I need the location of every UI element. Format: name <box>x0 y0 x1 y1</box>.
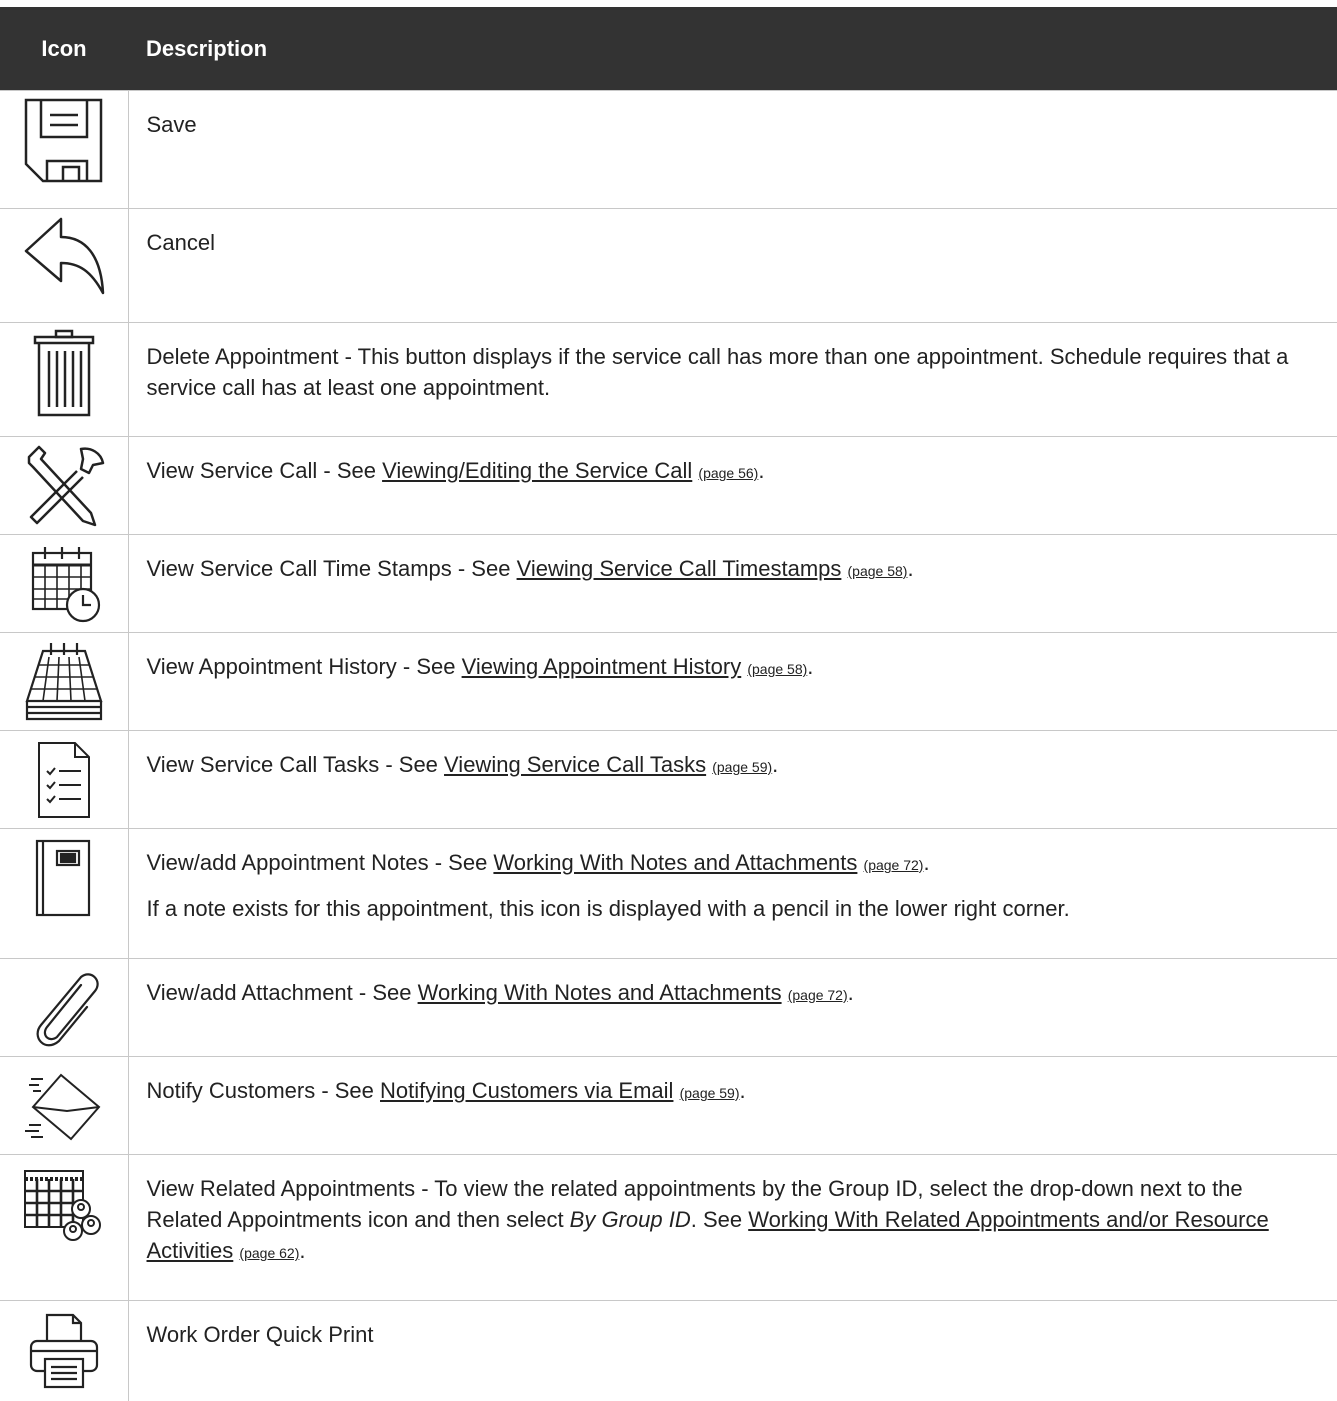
table-row: View/add Appointment Notes - See Working… <box>0 828 1337 959</box>
icon-description-table: Icon Description Save Cancel Delete Appo… <box>0 7 1337 1401</box>
related-appointments-icon <box>23 1170 101 1241</box>
page-reference[interactable]: (page 56) <box>698 465 758 481</box>
printer-icon <box>29 1313 98 1389</box>
description-cell: View Service Call Time Stamps - See View… <box>128 534 1337 633</box>
working-with-attachments-link[interactable]: Working With Notes and Attachments <box>418 980 782 1005</box>
description-text: Delete Appointment - This button display… <box>146 344 1289 400</box>
save-icon <box>24 98 102 183</box>
cancel-icon <box>24 217 104 295</box>
description-text: Cancel <box>146 230 215 255</box>
description-text: View Service Call Tasks - See <box>146 752 445 777</box>
description-suffix: . <box>907 556 914 581</box>
paperclip-icon <box>36 973 99 1047</box>
icon-cell <box>0 730 129 829</box>
description-cell: Cancel <box>128 208 1337 323</box>
table-row: Cancel <box>0 208 1337 323</box>
description-text: View Appointment History - See <box>146 654 462 679</box>
icon-cell <box>0 322 129 437</box>
page-reference[interactable]: (page 62) <box>239 1245 299 1261</box>
description-cell: View Service Call - See Viewing/Editing … <box>128 436 1337 535</box>
description-cell: View/add Appointment Notes - See Working… <box>128 828 1337 959</box>
icon-cell <box>0 208 129 323</box>
icon-cell <box>0 1154 129 1301</box>
table-header-row: Icon Description <box>0 7 1337 91</box>
description-suffix: . <box>772 752 779 777</box>
task-list-icon <box>37 742 90 818</box>
table-row: View Related Appointments - To view the … <box>0 1154 1337 1301</box>
icon-cell <box>0 958 129 1057</box>
viewing-service-call-tasks-link[interactable]: Viewing Service Call Tasks <box>444 752 706 777</box>
table-row: Notify Customers - See Notifying Custome… <box>0 1056 1337 1155</box>
envelope-icon <box>24 1073 101 1141</box>
description-cell: View Appointment History - See Viewing A… <box>128 632 1337 731</box>
description-cell: Notify Customers - See Notifying Custome… <box>128 1056 1337 1155</box>
description-suffix: . <box>807 654 814 679</box>
description-text: View Service Call Time Stamps - See <box>146 556 517 581</box>
table-row: View Service Call - See Viewing/Editing … <box>0 436 1337 535</box>
table-row: View Appointment History - See Viewing A… <box>0 632 1337 731</box>
description-text: View/add Appointment Notes - See <box>146 850 494 875</box>
page-reference[interactable]: (page 58) <box>747 661 807 677</box>
description-text: View Service Call - See <box>146 458 383 483</box>
description-cell: View Related Appointments - To view the … <box>128 1154 1337 1301</box>
description-suffix: . <box>299 1238 306 1263</box>
table-row: Save <box>0 90 1337 209</box>
table-row: View Service Call Time Stamps - See View… <box>0 534 1337 633</box>
viewing-appointment-history-link[interactable]: Viewing Appointment History <box>462 654 742 679</box>
working-with-notes-link[interactable]: Working With Notes and Attachments <box>493 850 857 875</box>
description-text: View/add Attachment - See <box>146 980 418 1005</box>
description-note: If a note exists for this appointment, t… <box>146 896 1070 921</box>
description-suffix: . <box>923 850 930 875</box>
page-reference[interactable]: (page 59) <box>680 1085 740 1101</box>
description-text: Notify Customers - See <box>146 1078 381 1103</box>
viewing-editing-service-call-link[interactable]: Viewing/Editing the Service Call <box>382 458 692 483</box>
table-row: Delete Appointment - This button display… <box>0 322 1337 437</box>
icon-cell <box>0 436 129 535</box>
header-description: Description <box>128 7 1337 91</box>
icon-cell <box>0 90 129 209</box>
page-reference[interactable]: (page 72) <box>864 857 924 873</box>
table-row: View Service Call Tasks - See Viewing Se… <box>0 730 1337 829</box>
delete-icon <box>33 329 94 417</box>
description-suffix: . <box>758 458 765 483</box>
icon-cell <box>0 1056 129 1155</box>
icon-cell <box>0 828 129 959</box>
description-text: Work Order Quick Print <box>146 1322 374 1347</box>
table-row: View/add Attachment - See Working With N… <box>0 958 1337 1057</box>
description-paragraph: View/add Appointment Notes - See Working… <box>147 847 1324 881</box>
description-cell: View Service Call Tasks - See Viewing Se… <box>128 730 1337 829</box>
table-row: Work Order Quick Print <box>0 1300 1337 1401</box>
description-cell: Work Order Quick Print <box>128 1300 1337 1401</box>
description-suffix: . <box>739 1078 746 1103</box>
viewing-service-call-timestamps-link[interactable]: Viewing Service Call Timestamps <box>517 556 842 581</box>
page-reference[interactable]: (page 72) <box>788 987 848 1003</box>
notifying-customers-link[interactable]: Notifying Customers via Email <box>380 1078 673 1103</box>
page-reference[interactable]: (page 58) <box>848 563 908 579</box>
description-cell: View/add Attachment - See Working With N… <box>128 958 1337 1057</box>
group-id-option: By Group ID <box>569 1207 691 1232</box>
description-cell: Save <box>128 90 1337 209</box>
icon-cell <box>0 1300 129 1401</box>
icon-cell <box>0 632 129 731</box>
calendar-clock-icon <box>31 547 100 623</box>
description-cell: Delete Appointment - This button display… <box>128 322 1337 437</box>
description-text: . See <box>690 1207 749 1232</box>
header-icon: Icon <box>0 7 128 91</box>
description-suffix: . <box>847 980 854 1005</box>
page-reference[interactable]: (page 59) <box>712 759 772 775</box>
icon-cell <box>0 534 129 633</box>
appointment-history-icon <box>25 643 103 721</box>
tools-icon <box>27 445 104 527</box>
notebook-icon <box>35 839 90 917</box>
description-text: Save <box>146 112 197 137</box>
